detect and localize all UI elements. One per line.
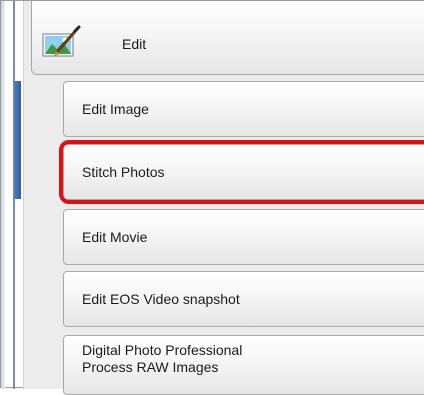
window-frame: Edit Edit Image Stitch Photos Edit Movie…	[0, 0, 424, 395]
menu-panel: Edit Edit Image Stitch Photos Edit Movie…	[23, 1, 424, 395]
menu-item-label: Edit EOS Video snapshot	[82, 291, 240, 307]
menu-item-label-line1: Digital Photo Professional	[82, 342, 243, 358]
menu-item-label: Edit Image	[82, 101, 149, 117]
menu-item-edit-eos-video-snapshot[interactable]: Edit EOS Video snapshot	[63, 271, 424, 327]
menu-item-edit-image[interactable]: Edit Image	[63, 81, 424, 137]
edit-category-button[interactable]: Edit	[31, 1, 424, 75]
menu-item-edit-movie[interactable]: Edit Movie	[63, 209, 424, 265]
menu-item-label-two-line: Digital Photo Professional Process RAW I…	[82, 342, 242, 376]
edit-picture-icon	[42, 25, 84, 59]
edit-category-label: Edit	[122, 36, 147, 52]
left-rail	[1, 1, 5, 389]
menu-item-stitch-photos[interactable]: Stitch Photos	[63, 144, 424, 200]
menu-item-label: Stitch Photos	[82, 164, 165, 180]
menu-item-label: Edit Movie	[82, 229, 148, 245]
menu-item-digital-photo-professional[interactable]: Digital Photo Professional Process RAW I…	[63, 335, 424, 395]
left-accent-bar	[14, 81, 21, 199]
menu-item-label-line2: Process RAW Images	[82, 359, 219, 375]
